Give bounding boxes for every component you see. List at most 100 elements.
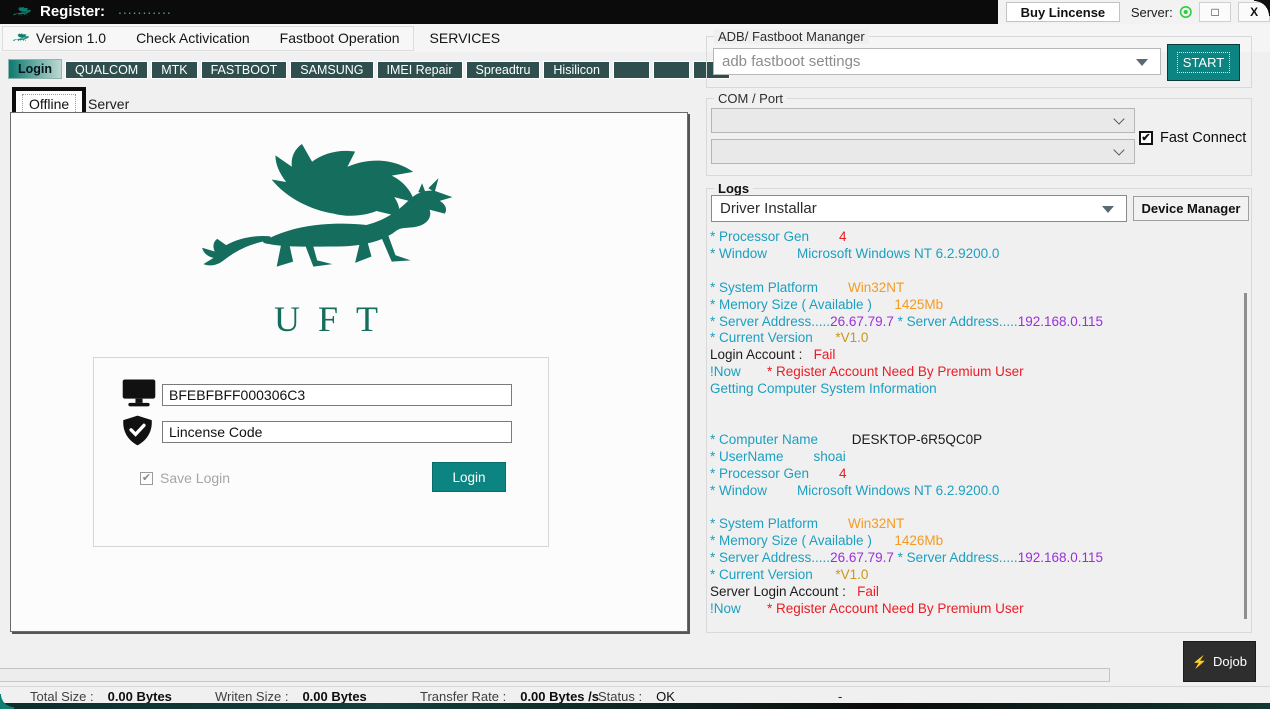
log-line: * Memory Size ( Available ) 1425Mb	[710, 297, 1238, 314]
log-line: * System Platform Win32NT	[710, 280, 1238, 297]
license-code-input[interactable]	[162, 421, 512, 443]
subtab-server[interactable]: Server	[82, 94, 135, 114]
log-line: * Window Microsoft Windows NT 6.2.9200.0	[710, 246, 1238, 263]
hwid-input[interactable]	[162, 384, 512, 406]
adb-group-title: ADB/ Fastboot Mananger	[714, 29, 869, 44]
menu-items: Version 1.0 Check Activication Fastboot Op…	[36, 24, 500, 52]
chevron-down-icon	[1113, 113, 1124, 124]
uft-logo: UFT	[156, 139, 496, 340]
tab-hisilicon[interactable]: Hisilicon	[543, 61, 610, 79]
dragon-icon	[12, 30, 30, 46]
log-line: * Current Version *V1.0	[710, 330, 1238, 347]
bottom-accent-strip	[0, 703, 1270, 709]
fast-connect-label: Fast Connect	[1160, 130, 1246, 146]
log-scrollbar-thumb[interactable]	[1244, 293, 1247, 619]
shield-check-icon	[122, 415, 153, 446]
log-line: * Server Address.....26.67.79.7 * Server…	[710, 314, 1238, 331]
driver-installer-value: Driver Installar	[720, 200, 817, 217]
tab-fastboot[interactable]: FASTBOOT	[201, 61, 288, 79]
start-button[interactable]: START	[1167, 44, 1240, 81]
checkbox-check-icon: ✔	[1139, 131, 1153, 145]
log-line: Server Login Account : Fail	[710, 584, 1238, 601]
com-port-combobox-2[interactable]	[711, 139, 1135, 164]
window-title: Register:	[40, 3, 105, 20]
menu-item-fastboot-operation[interactable]: Fastboot Operation	[280, 30, 400, 46]
app-window: Register: ........... Buy Lincense Serve…	[0, 0, 1270, 709]
chevron-down-icon	[1113, 144, 1124, 155]
log-line	[710, 263, 1238, 280]
window-corner-decoration	[0, 694, 14, 709]
log-line: * Computer Name DESKTOP-6R5QC0P	[710, 432, 1238, 449]
maximize-button[interactable]: □	[1199, 2, 1231, 22]
menu-item-version-1-0[interactable]: Version 1.0	[36, 30, 106, 46]
dragon-icon	[12, 3, 32, 21]
log-line	[710, 415, 1238, 432]
tab-qualcom[interactable]: QUALCOM	[65, 61, 148, 79]
adb-settings-value: adb fastboot settings	[722, 53, 860, 70]
tab-spreadtru[interactable]: Spreadtru	[466, 61, 541, 79]
driver-installer-combobox[interactable]: Driver Installar	[711, 195, 1127, 222]
progress-bar	[0, 668, 1110, 682]
monitor-icon	[122, 378, 156, 408]
adb-settings-combobox[interactable]: adb fastboot settings	[713, 48, 1161, 75]
save-login-label: Save Login	[160, 470, 230, 486]
logs-group: Logs Driver Installar Device Manager * P…	[706, 188, 1252, 633]
login-tab-panel: UFT ✔ Save Login Login	[10, 112, 688, 632]
status-item-total-size-: Total Size :0.00 Bytes	[30, 689, 172, 704]
combo-arrow-icon	[1102, 206, 1114, 213]
log-line: * Memory Size ( Available ) 1426Mb	[710, 533, 1238, 550]
window-corner-decoration	[1254, 0, 1270, 16]
log-line: * Server Address.....26.67.79.7 * Server…	[710, 550, 1238, 567]
menu-item-check-activication[interactable]: Check Activication	[136, 30, 250, 46]
server-status-dot-icon	[1179, 5, 1193, 19]
status-item-transfer-rate-: Transfer Rate :0.00 Bytes /s	[420, 689, 599, 704]
logo-text: UFT	[156, 298, 496, 340]
log-line: Login Account : Fail	[710, 347, 1238, 364]
log-line	[710, 500, 1238, 517]
log-output: * Processor Gen 4* Window Microsoft Wind…	[710, 229, 1238, 627]
log-line: Getting Computer System Information	[710, 381, 1238, 398]
title-bar: Register: ........... Buy Lincense Serve…	[0, 0, 1270, 24]
device-manager-button[interactable]: Device Manager	[1133, 196, 1249, 221]
login-button[interactable]: Login	[432, 462, 506, 492]
com-port-group: COM / Port ✔ Fast Connect	[706, 98, 1252, 176]
logs-group-title: Logs	[714, 181, 753, 196]
checkbox-check-icon: ✔	[140, 472, 153, 485]
buy-license-button[interactable]: Buy Lincense	[1006, 2, 1120, 22]
login-form-box: ✔ Save Login Login	[93, 357, 549, 547]
combo-arrow-icon	[1136, 59, 1148, 66]
tab-mtk[interactable]: MTK	[151, 61, 197, 79]
log-line: !Now * Register Account Need By Premium …	[710, 601, 1238, 618]
log-line: * UserName shoai	[710, 449, 1238, 466]
tab-blank[interactable]	[613, 61, 650, 79]
titlebar-right: Buy Lincense Server: □ X	[998, 0, 1270, 24]
tab-blank[interactable]	[653, 61, 690, 79]
dojob-label: Dojob	[1213, 654, 1247, 669]
main-tabs: LoginQUALCOMMTKFASTBOOTSAMSUNGIMEI Repai…	[8, 59, 730, 79]
adb-fastboot-group: ADB/ Fastboot Mananger adb fastboot sett…	[706, 36, 1252, 88]
tab-imei-repair[interactable]: IMEI Repair	[377, 61, 463, 79]
log-line: * Processor Gen 4	[710, 229, 1238, 246]
server-status-label: Server:	[1131, 5, 1173, 20]
log-line: * Window Microsoft Windows NT 6.2.9200.0	[710, 483, 1238, 500]
log-line: * System Platform Win32NT	[710, 516, 1238, 533]
status-item-status-: Status :OK	[598, 689, 675, 704]
status-dash: -	[838, 689, 842, 704]
save-login-checkbox[interactable]: ✔ Save Login	[140, 470, 230, 486]
log-line: !Now * Register Account Need By Premium …	[710, 364, 1238, 381]
dojob-button[interactable]: ⚡ Dojob	[1183, 641, 1256, 682]
fast-connect-checkbox[interactable]: ✔ Fast Connect	[1139, 130, 1246, 146]
com-port-combobox-1[interactable]	[711, 108, 1135, 133]
log-line: * Current Version *V1.0	[710, 567, 1238, 584]
tab-login[interactable]: Login	[8, 59, 62, 79]
subtab-offline-label: Offline	[22, 94, 76, 114]
log-line	[710, 398, 1238, 415]
start-button-label: START	[1177, 52, 1230, 73]
menu-item-services[interactable]: SERVICES	[430, 30, 501, 46]
tab-samsung[interactable]: SAMSUNG	[290, 61, 373, 79]
lightning-icon: ⚡	[1192, 655, 1207, 669]
dragon-logo-icon	[166, 139, 486, 297]
status-bar: - Total Size :0.00 BytesWriten Size :0.0…	[0, 686, 1270, 703]
com-group-title: COM / Port	[714, 91, 787, 106]
title-dots: ...........	[118, 1, 172, 17]
